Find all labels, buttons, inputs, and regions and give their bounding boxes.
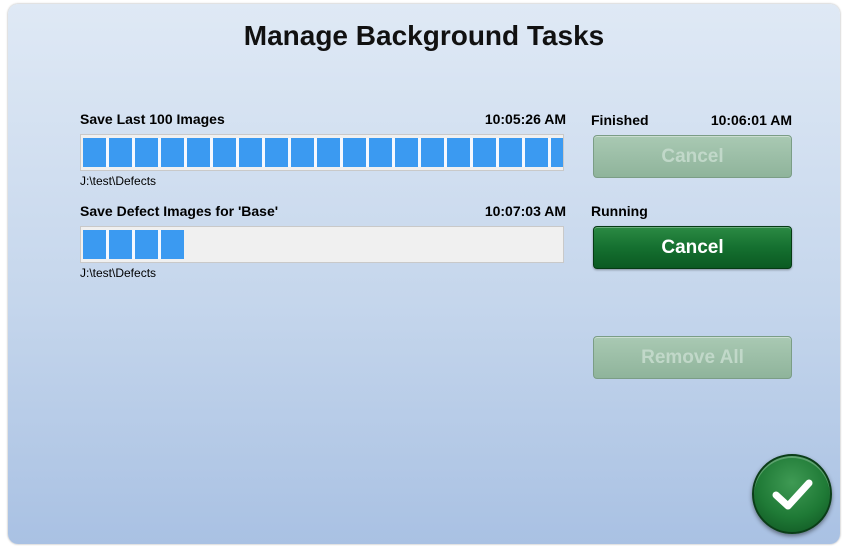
- task-finished-time: 10:06:01 AM: [710, 112, 792, 128]
- task-name: Save Defect Images for 'Base': [80, 203, 279, 219]
- cancel-button[interactable]: Cancel: [593, 135, 792, 178]
- task-status: Running: [591, 203, 648, 219]
- task-name: Save Last 100 Images: [80, 111, 225, 127]
- ok-button[interactable]: [752, 454, 832, 534]
- background-tasks-dialog: Manage Background Tasks Save Last 100 Im…: [8, 4, 840, 544]
- task-progress-bar: [80, 134, 564, 171]
- checkmark-icon: [772, 479, 813, 510]
- task-row: Save Last 100 Images 10:05:26 AM J:\test…: [80, 111, 566, 191]
- task-progress-fill: [83, 138, 563, 167]
- task-progress-fill: [83, 230, 184, 259]
- task-start-time: 10:07:03 AM: [484, 203, 566, 219]
- task-start-time: 10:05:26 AM: [484, 111, 566, 127]
- remove-all-button[interactable]: Remove All: [593, 336, 792, 379]
- task-status: Finished: [591, 112, 649, 128]
- cancel-button[interactable]: Cancel: [593, 226, 792, 269]
- dialog-title: Manage Background Tasks: [243, 20, 605, 51]
- task-path: J:\test\Defects: [80, 266, 157, 280]
- task-row: Save Defect Images for 'Base' 10:07:03 A…: [80, 203, 566, 283]
- task-progress-bar: [80, 226, 564, 263]
- task-path: J:\test\Defects: [80, 174, 157, 188]
